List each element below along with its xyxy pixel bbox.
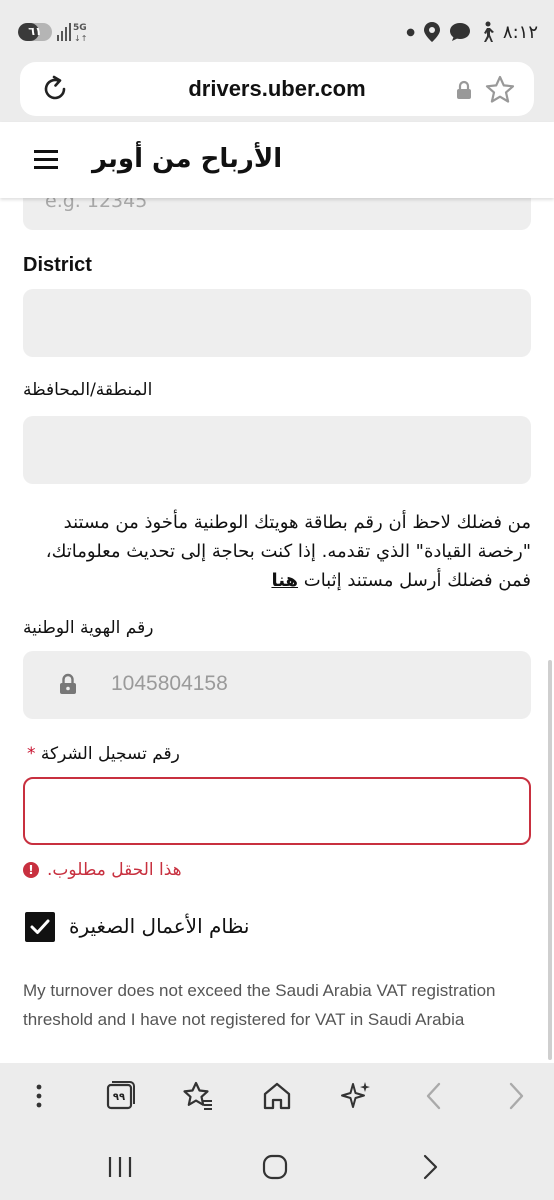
signal-icon: 5G ↓↑: [57, 23, 87, 43]
battery-indicator: ٦١: [18, 23, 52, 41]
company-reg-label: رقم تسجيل الشركة: [40, 744, 180, 764]
district-input[interactable]: [23, 289, 531, 357]
region-label: المنطقة/المحافظة: [23, 380, 153, 400]
browser-address-area: drivers.uber.com: [0, 62, 554, 122]
small-business-label: نظام الأعمال الصغيرة: [69, 914, 250, 938]
error-message: ! .هذا الحقل مطلوب: [23, 860, 182, 880]
more-options-icon[interactable]: [22, 1079, 56, 1113]
browser-toolbar: ٩٩: [0, 1063, 554, 1131]
home-button-icon[interactable]: [259, 1151, 291, 1183]
vat-description: My turnover does not exceed the Saudi Ar…: [23, 981, 496, 1029]
small-business-checkbox-row[interactable]: نظام الأعمال الصغيرة: [25, 910, 285, 944]
menu-icon[interactable]: [34, 150, 58, 170]
checkmark-icon: [30, 919, 50, 934]
region-input[interactable]: [23, 416, 531, 484]
previous-input[interactable]: e.g. 12345: [23, 198, 531, 230]
network-type-label: 5G: [73, 23, 87, 33]
company-reg-input[interactable]: [23, 777, 531, 845]
site-header: الأرباح من أوبر: [0, 122, 554, 198]
nav-back-icon[interactable]: [414, 1151, 446, 1183]
error-text: .هذا الحقل مطلوب: [47, 860, 182, 880]
small-business-checkbox[interactable]: [25, 912, 55, 942]
status-clock: ٨:١٢: [502, 21, 538, 43]
lock-icon: [60, 673, 76, 694]
status-icons: ● ٨:١٢: [406, 18, 538, 46]
svg-text:↓↑: ↓↑: [74, 34, 87, 43]
national-id-field: 1045804158: [23, 651, 531, 719]
bookmarks-icon[interactable]: [181, 1079, 215, 1113]
chat-icon: [449, 23, 470, 41]
location-icon: [423, 22, 440, 42]
sparkle-icon[interactable]: [339, 1079, 373, 1113]
lock-icon[interactable]: [456, 80, 472, 100]
bookmark-star-icon[interactable]: [484, 74, 516, 106]
company-reg-label-row: * رقم تسجيل الشركة: [23, 744, 180, 764]
id-note: من فضلك لاحظ أن رقم بطاقة هويتك الوطنية …: [23, 508, 531, 595]
recent-apps-icon[interactable]: [104, 1151, 136, 1183]
status-bar: ٦١ 5G ↓↑ ● ٨:١٢: [0, 0, 554, 62]
home-icon[interactable]: [260, 1079, 294, 1113]
forward-icon[interactable]: [498, 1079, 532, 1113]
national-id-label: رقم الهوية الوطنية: [23, 618, 154, 638]
battery-percent: ٦١: [28, 25, 42, 38]
previous-input-placeholder: e.g. 12345: [45, 198, 148, 212]
dot-icon: ●: [406, 26, 415, 38]
district-label: District: [23, 254, 92, 276]
page-scrollbar[interactable]: [548, 660, 552, 1060]
walking-icon: [483, 21, 494, 42]
site-title: الأرباح من أوبر: [92, 144, 283, 174]
tab-count: ٩٩: [112, 1092, 126, 1103]
national-id-value: 1045804158: [111, 672, 228, 695]
error-icon: !: [23, 862, 39, 878]
tabs-button[interactable]: ٩٩: [102, 1079, 136, 1113]
address-bar[interactable]: drivers.uber.com: [20, 62, 534, 116]
form-content: e.g. 12345 District المنطقة/المحافظة من …: [0, 198, 554, 1063]
back-icon[interactable]: [418, 1079, 452, 1113]
required-mark: *: [27, 744, 36, 764]
id-note-link[interactable]: هنا: [271, 570, 298, 591]
system-nav-bar: [0, 1131, 554, 1200]
